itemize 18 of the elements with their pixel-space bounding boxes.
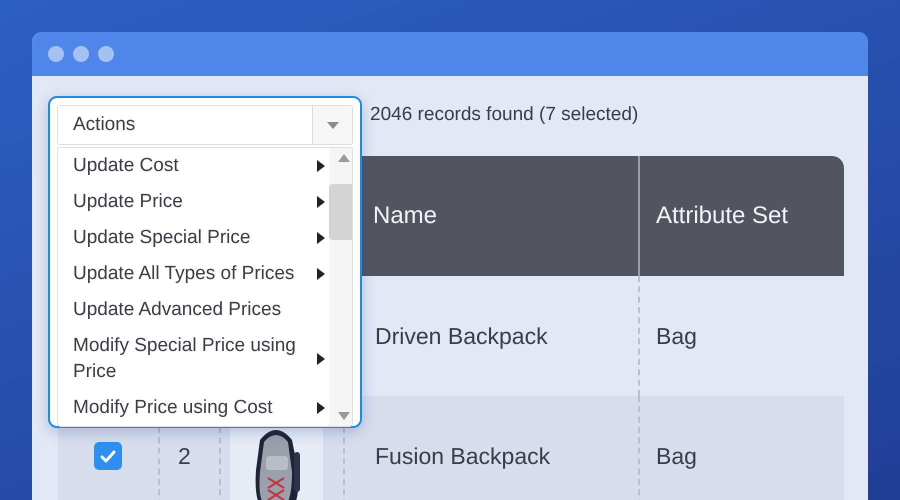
menu-item[interactable]: Update Cost	[58, 148, 329, 184]
window-control[interactable]	[73, 46, 89, 62]
menu-item[interactable]: Update Advanced Prices	[58, 292, 329, 328]
window-control[interactable]	[48, 46, 64, 62]
menu-item[interactable]: Update Price	[58, 184, 329, 220]
scroll-down-icon	[338, 412, 350, 420]
scrollbar-thumb[interactable]	[329, 184, 352, 240]
scroll-up-icon	[338, 154, 350, 162]
menu-item[interactable]: Modify Special Price using Price	[58, 328, 329, 390]
check-icon	[100, 450, 116, 462]
row-checkbox[interactable]	[94, 442, 122, 470]
scrollbar[interactable]	[329, 148, 352, 426]
menu-item[interactable]: Update All Types of Prices	[58, 256, 329, 292]
menu-item[interactable]: Modify Price using Cost	[58, 390, 329, 426]
table-cell: Bag	[638, 396, 844, 500]
window-control[interactable]	[98, 46, 114, 62]
records-summary: 2046 records found (7 selected)	[370, 104, 638, 126]
menu-item[interactable]: Update Special Price	[58, 220, 329, 256]
